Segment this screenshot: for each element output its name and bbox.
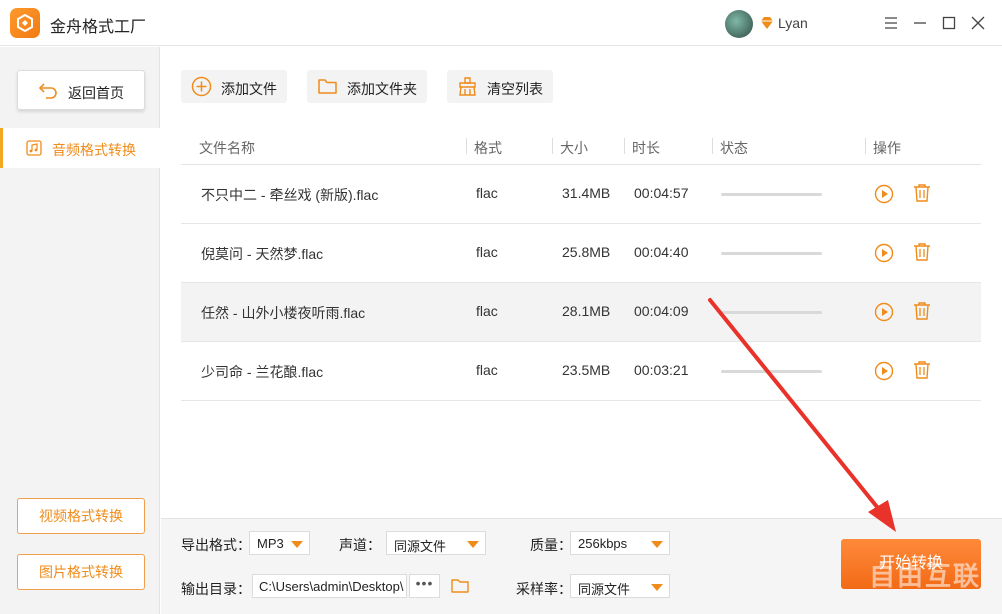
- quality-select[interactable]: 256kbps: [570, 531, 670, 555]
- play-icon[interactable]: [874, 302, 894, 322]
- header-size: 大小: [560, 140, 588, 156]
- sample-rate-label: 采样率：: [516, 581, 572, 597]
- maximize-button[interactable]: [936, 10, 962, 36]
- output-dir-value: C:\Users\admin\Desktop\: [259, 579, 404, 594]
- clear-list-button[interactable]: 清空列表: [447, 70, 553, 103]
- progress-bar: [721, 370, 822, 373]
- music-note-icon: [26, 140, 42, 156]
- file-duration: 00:04:09: [634, 303, 689, 319]
- menu-button[interactable]: [878, 10, 904, 36]
- play-icon[interactable]: [874, 243, 894, 263]
- file-name: 不只中二 - 牵丝戏 (新版).flac: [201, 187, 379, 203]
- start-convert-button[interactable]: 开始转换: [841, 539, 981, 589]
- file-size: 28.1MB: [562, 303, 611, 319]
- minimize-icon: [914, 22, 926, 24]
- hamburger-icon: [885, 17, 897, 29]
- title-bar: 金舟格式工厂 Lyan: [0, 0, 1002, 46]
- minimize-button[interactable]: [907, 10, 933, 36]
- chevron-down-icon: [467, 541, 479, 548]
- sample-rate-value: 同源文件: [578, 582, 631, 597]
- file-duration: 00:04:40: [634, 244, 689, 260]
- channel-select[interactable]: 同源文件: [386, 531, 486, 555]
- export-format-select[interactable]: MP3: [249, 531, 310, 555]
- folder-open-icon[interactable]: [450, 576, 470, 596]
- header-format: 格式: [474, 140, 502, 156]
- chevron-down-icon: [651, 541, 663, 548]
- progress-bar: [721, 252, 822, 255]
- table-row[interactable]: 任然 - 山外小楼夜听雨.flac flac 28.1MB 00:04:09: [181, 283, 981, 342]
- header-separator: [552, 138, 553, 154]
- trash-icon[interactable]: [912, 242, 932, 262]
- trash-icon[interactable]: [912, 183, 932, 203]
- output-dir-input[interactable]: C:\Users\admin\Desktop\: [252, 574, 407, 598]
- chevron-down-icon: [291, 541, 303, 548]
- back-home-button[interactable]: 返回首页: [17, 70, 145, 110]
- trash-icon[interactable]: [912, 301, 932, 321]
- file-duration: 00:03:21: [634, 362, 689, 378]
- sidebar-item-audio-convert[interactable]: 音频格式转换: [0, 128, 160, 168]
- file-name: 任然 - 山外小楼夜听雨.flac: [201, 305, 366, 321]
- vip-diamond-icon: [761, 17, 773, 29]
- file-name: 少司命 - 兰花酿.flac: [201, 364, 324, 380]
- back-home-label: 返回首页: [68, 85, 124, 101]
- sidebar: 返回首页 音频格式转换 视频格式转换 图片格式转换: [0, 47, 160, 614]
- file-duration: 00:04:57: [634, 185, 689, 201]
- clear-list-label: 清空列表: [487, 81, 543, 97]
- browse-button[interactable]: •••: [409, 574, 440, 598]
- header-separator: [624, 138, 625, 154]
- table-row[interactable]: 少司命 - 兰花酿.flac flac 23.5MB 00:03:21: [181, 342, 981, 401]
- back-arrow-icon: [38, 83, 57, 99]
- username[interactable]: Lyan: [778, 15, 808, 31]
- header-separator: [712, 138, 713, 154]
- add-file-label: 添加文件: [221, 81, 277, 97]
- output-dir-label: 输出目录：: [181, 581, 251, 597]
- file-size: 23.5MB: [562, 362, 611, 378]
- app-logo: [10, 8, 40, 38]
- broom-icon: [459, 77, 476, 96]
- channel-label: 声道：: [339, 537, 381, 553]
- header-name: 文件名称: [199, 140, 255, 156]
- quality-label: 质量：: [530, 537, 572, 553]
- file-format: flac: [476, 185, 498, 201]
- quality-value: 256kbps: [578, 536, 628, 551]
- chevron-down-icon: [651, 584, 663, 591]
- sidebar-item-audio-label: 音频格式转换: [52, 142, 136, 158]
- export-format-label: 导出格式：: [181, 537, 251, 553]
- file-table-header: 文件名称 格式 大小 时长 状态 操作: [181, 128, 981, 165]
- add-file-button[interactable]: 添加文件: [181, 70, 287, 103]
- header-status: 状态: [720, 140, 748, 156]
- file-size: 31.4MB: [562, 185, 611, 201]
- maximize-icon: [942, 16, 956, 30]
- app-title: 金舟格式工厂: [50, 19, 147, 36]
- user-avatar[interactable]: [725, 10, 753, 38]
- add-circle-icon: [191, 76, 212, 97]
- add-folder-label: 添加文件夹: [347, 81, 417, 97]
- table-row[interactable]: 不只中二 - 牵丝戏 (新版).flac flac 31.4MB 00:04:5…: [181, 165, 981, 224]
- file-format: flac: [476, 244, 498, 260]
- file-size: 25.8MB: [562, 244, 611, 260]
- header-duration: 时长: [632, 140, 660, 156]
- image-convert-button[interactable]: 图片格式转换: [17, 554, 145, 590]
- export-format-value: MP3: [257, 536, 284, 551]
- trash-icon[interactable]: [912, 360, 932, 380]
- table-row[interactable]: 倪莫问 - 天然梦.flac flac 25.8MB 00:04:40: [181, 224, 981, 283]
- header-actions: 操作: [873, 140, 901, 156]
- file-format: flac: [476, 362, 498, 378]
- video-convert-button[interactable]: 视频格式转换: [17, 498, 145, 534]
- channel-value: 同源文件: [394, 539, 447, 554]
- header-separator: [466, 138, 467, 154]
- add-folder-button[interactable]: 添加文件夹: [307, 70, 427, 103]
- progress-bar: [721, 193, 822, 196]
- sample-rate-select[interactable]: 同源文件: [570, 574, 670, 598]
- close-button[interactable]: [965, 10, 991, 36]
- file-format: flac: [476, 303, 498, 319]
- file-name: 倪莫问 - 天然梦.flac: [201, 246, 324, 262]
- play-icon[interactable]: [874, 361, 894, 381]
- play-icon[interactable]: [874, 184, 894, 204]
- close-icon: [971, 16, 985, 30]
- folder-icon: [318, 79, 337, 94]
- header-separator: [865, 138, 866, 154]
- progress-bar: [721, 311, 822, 314]
